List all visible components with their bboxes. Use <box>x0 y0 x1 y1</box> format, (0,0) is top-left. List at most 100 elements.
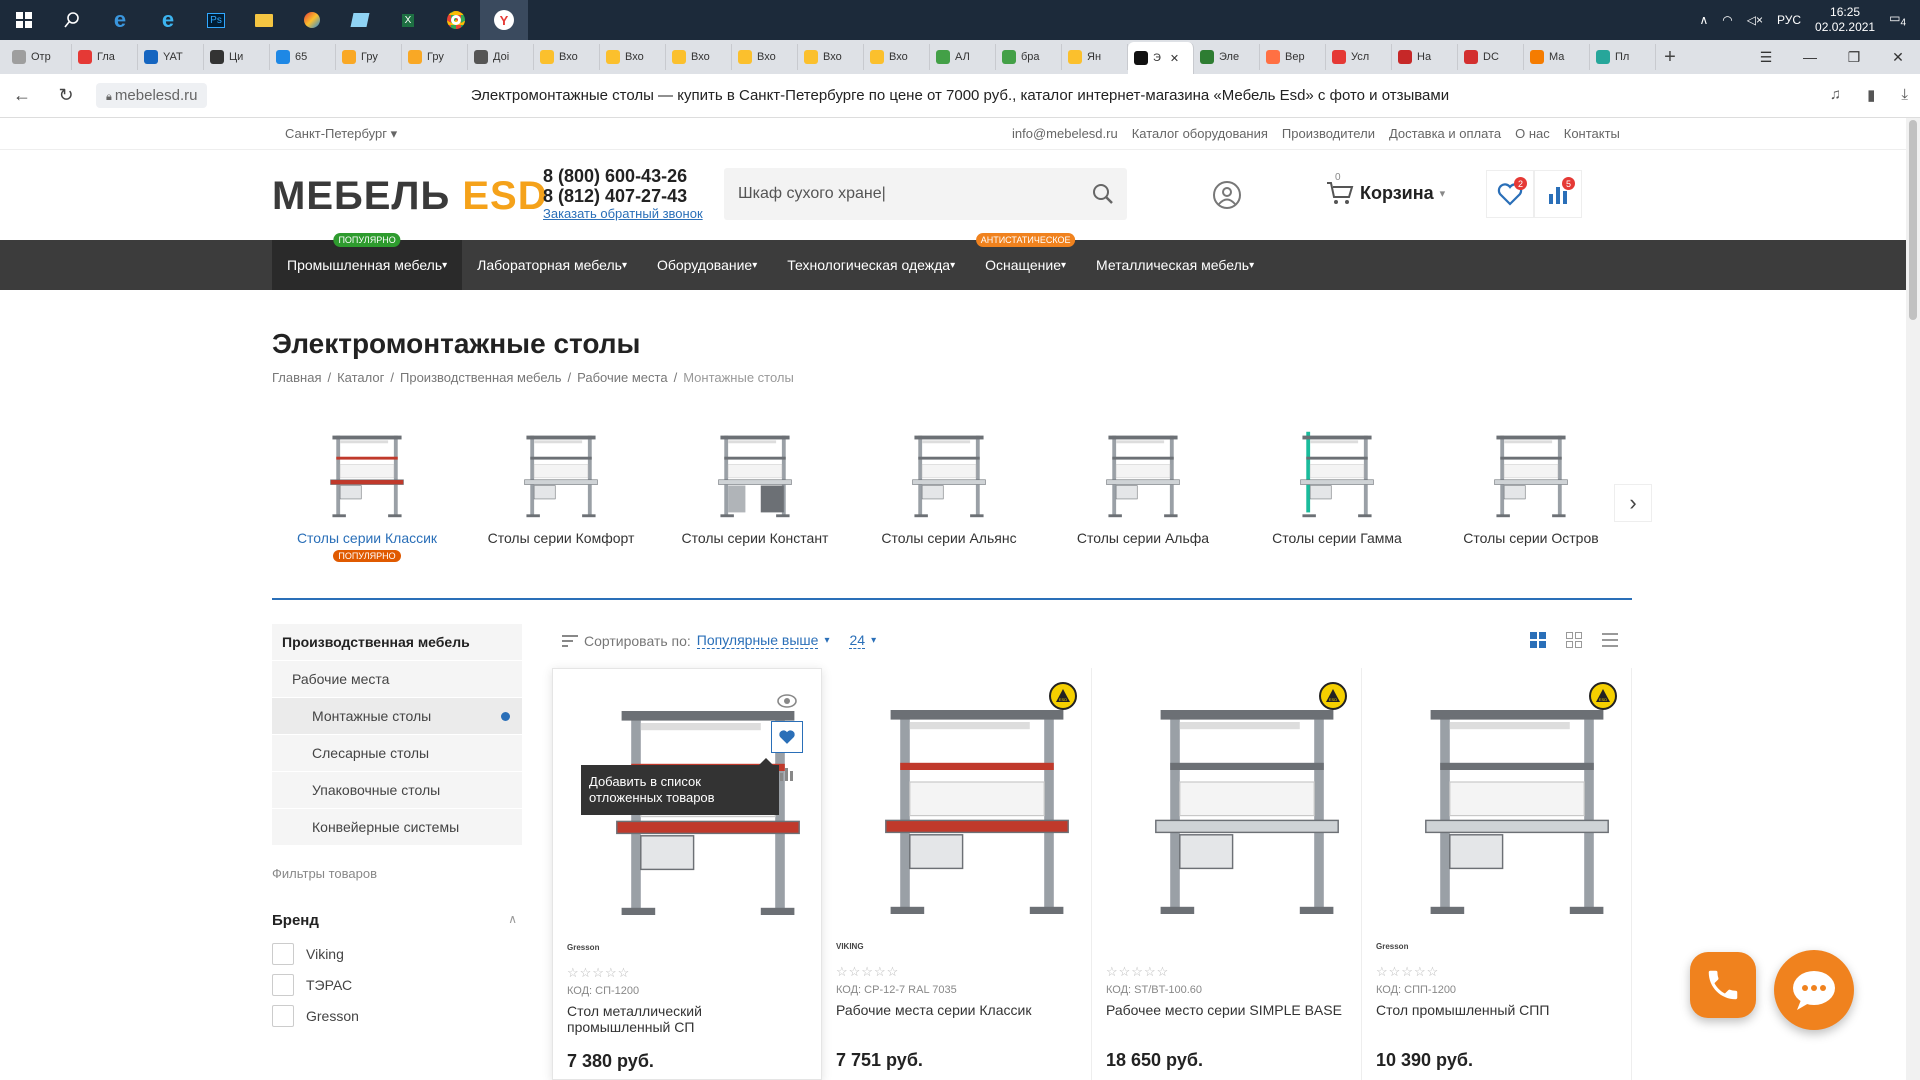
browser-tab[interactable]: Гла <box>72 44 138 70</box>
carousel-next-button[interactable]: › <box>1614 484 1652 522</box>
chat-button[interactable] <box>1774 950 1854 1030</box>
category-card[interactable]: Столы серии Гамма <box>1242 420 1432 546</box>
sort-select[interactable]: Популярные выше <box>696 632 819 649</box>
category-card[interactable]: Столы серии Комфорт <box>466 420 656 546</box>
product-name[interactable]: Стол промышленный СПП <box>1376 1002 1616 1018</box>
sidebar-item[interactable]: Упаковочные столы <box>272 772 522 809</box>
category-card[interactable]: Столы серии Констант <box>660 420 850 546</box>
product-image[interactable] <box>1112 686 1382 926</box>
app-icon[interactable] <box>288 0 336 40</box>
product-name[interactable]: Рабочие места серии Классик <box>836 1002 1076 1018</box>
callback-link[interactable]: Заказать обратный звонок <box>543 206 703 222</box>
compare-button[interactable]: 5 <box>1534 170 1582 218</box>
volume-icon[interactable]: ◁× <box>1747 13 1763 27</box>
browser-tab[interactable]: Ян <box>1062 44 1128 70</box>
product-card[interactable]: Gresson ☆☆☆☆☆ КОД: СП-1200 Стол металлическ… <box>552 668 822 1080</box>
user-icon[interactable] <box>1212 180 1242 210</box>
minimize-icon[interactable]: — <box>1788 40 1832 74</box>
sidebar-item[interactable]: Монтажные столы <box>272 698 522 735</box>
sidebar-item[interactable]: Рабочие места <box>272 661 522 698</box>
menu-item[interactable]: Оснащение ▾ АНТИСТАТИЧЕСКОЕ <box>970 233 1081 290</box>
call-button[interactable] <box>1690 952 1756 1018</box>
sidebar-item[interactable]: Производственная мебель <box>272 624 522 661</box>
rating-stars[interactable]: ☆☆☆☆☆ <box>1106 964 1169 980</box>
breadcrumb-item[interactable]: Производственная мебель <box>400 370 561 385</box>
list-view-icon[interactable] <box>1602 632 1618 648</box>
tab-menu-icon[interactable]: ☰ <box>1744 40 1788 74</box>
restore-icon[interactable]: ❐ <box>1832 40 1876 74</box>
favorites-button[interactable]: 2 <box>1486 170 1534 218</box>
close-window-icon[interactable]: ✕ <box>1876 40 1920 74</box>
top-link[interactable]: Производители <box>1282 126 1375 141</box>
top-link[interactable]: О нас <box>1515 126 1550 141</box>
network-icon[interactable]: ◠ <box>1722 13 1732 27</box>
browser-tab[interactable]: Вхо <box>732 44 798 70</box>
breadcrumb-item[interactable]: Главная <box>272 370 321 385</box>
folder-icon[interactable] <box>240 0 288 40</box>
browser-tab[interactable]: Вер <box>1260 44 1326 70</box>
new-tab-button[interactable]: + <box>1656 44 1684 70</box>
search-icon[interactable] <box>1091 182 1115 206</box>
tile-view-icon[interactable] <box>1566 632 1582 648</box>
headphones-icon[interactable]: ♫ <box>1830 86 1841 104</box>
browser-tab[interactable]: Гру <box>402 44 468 70</box>
product-card[interactable]: VIKING ☆☆☆☆☆ КОД: СР-12-7 RAL 7035 Рабочие … <box>822 668 1092 1080</box>
top-link[interactable]: info@mebelesd.ru <box>1012 126 1118 141</box>
product-image[interactable] <box>842 686 1112 926</box>
cart-button[interactable]: 0 Корзина ▾ <box>1326 172 1445 206</box>
product-image[interactable] <box>1382 686 1652 926</box>
windows-start-icon[interactable] <box>0 0 48 40</box>
rating-stars[interactable]: ☆☆☆☆☆ <box>1376 964 1439 980</box>
ie-icon[interactable]: e <box>144 0 192 40</box>
browser-tab[interactable]: Вхо <box>534 44 600 70</box>
browser-tab[interactable]: бра <box>996 44 1062 70</box>
per-page-select[interactable]: 24 <box>849 632 866 649</box>
top-link[interactable]: Доставка и оплата <box>1389 126 1501 141</box>
browser-tab[interactable]: Усл <box>1326 44 1392 70</box>
chrome-icon[interactable] <box>432 0 480 40</box>
breadcrumb-item[interactable]: Рабочие места <box>577 370 667 385</box>
menu-item[interactable]: Оборудование ▾ <box>642 240 772 290</box>
notifications-icon[interactable]: ▭4 <box>1889 11 1906 28</box>
city-selector[interactable]: Санкт-Петербург ▾ <box>285 126 397 142</box>
browser-tab[interactable]: Отр <box>6 44 72 70</box>
browser-tab[interactable]: YAT <box>138 44 204 70</box>
browser-tab[interactable]: Вхо <box>666 44 732 70</box>
browser-tab[interactable]: Ци <box>204 44 270 70</box>
search-input[interactable] <box>738 182 1078 206</box>
chevron-up-icon[interactable]: ∧ <box>1699 13 1708 27</box>
checkbox-box[interactable] <box>272 1005 294 1027</box>
browser-tab[interactable]: Доі <box>468 44 534 70</box>
browser-tab[interactable]: Вхо <box>798 44 864 70</box>
browser-tab[interactable]: 65 <box>270 44 336 70</box>
category-card[interactable]: Столы серии Альфа <box>1048 420 1238 546</box>
brand-checkbox[interactable]: Gresson <box>272 1005 359 1027</box>
checkbox-box[interactable] <box>272 943 294 965</box>
checkbox-box[interactable] <box>272 974 294 996</box>
product-card[interactable]: Gresson ☆☆☆☆☆ КОД: СПП-1200 Стол промышленн… <box>1362 668 1632 1080</box>
product-name[interactable]: Стол металлический промышленный СП <box>567 1003 807 1035</box>
site-logo[interactable]: МЕБЕЛЬ ESD <box>272 174 548 219</box>
browser-tab[interactable]: Э ✕ <box>1128 42 1194 74</box>
menu-item[interactable]: Металлическая мебель ▾ <box>1081 240 1269 290</box>
browser-tab[interactable]: Гру <box>336 44 402 70</box>
add-to-favorites-icon[interactable] <box>771 721 803 753</box>
top-link[interactable]: Каталог оборудования <box>1132 126 1268 141</box>
menu-item[interactable]: Лабораторная мебель ▾ <box>462 240 642 290</box>
browser-tab[interactable]: Ма <box>1524 44 1590 70</box>
phone-1[interactable]: 8 (800) 600-43-26 <box>543 166 703 186</box>
browser-tab[interactable]: На <box>1392 44 1458 70</box>
clock[interactable]: 16:25 02.02.2021 <box>1815 5 1875 35</box>
tab-close-icon[interactable]: ✕ <box>1170 52 1179 65</box>
browser-tab[interactable]: Вхо <box>600 44 666 70</box>
rating-stars[interactable]: ☆☆☆☆☆ <box>836 964 899 980</box>
scrollbar-thumb[interactable] <box>1909 120 1917 320</box>
product-name[interactable]: Рабочее место серии SIMPLE BASE <box>1106 1002 1346 1018</box>
browser-tab[interactable]: Пл <box>1590 44 1656 70</box>
category-card[interactable]: Столы серии Классик ПОПУЛЯРНО <box>272 420 462 564</box>
photoshop-icon[interactable]: Ps <box>192 0 240 40</box>
browser-tab[interactable]: Эле <box>1194 44 1260 70</box>
search-icon[interactable] <box>48 0 96 40</box>
quick-view-icon[interactable] <box>771 685 803 717</box>
top-link[interactable]: Контакты <box>1564 126 1620 141</box>
